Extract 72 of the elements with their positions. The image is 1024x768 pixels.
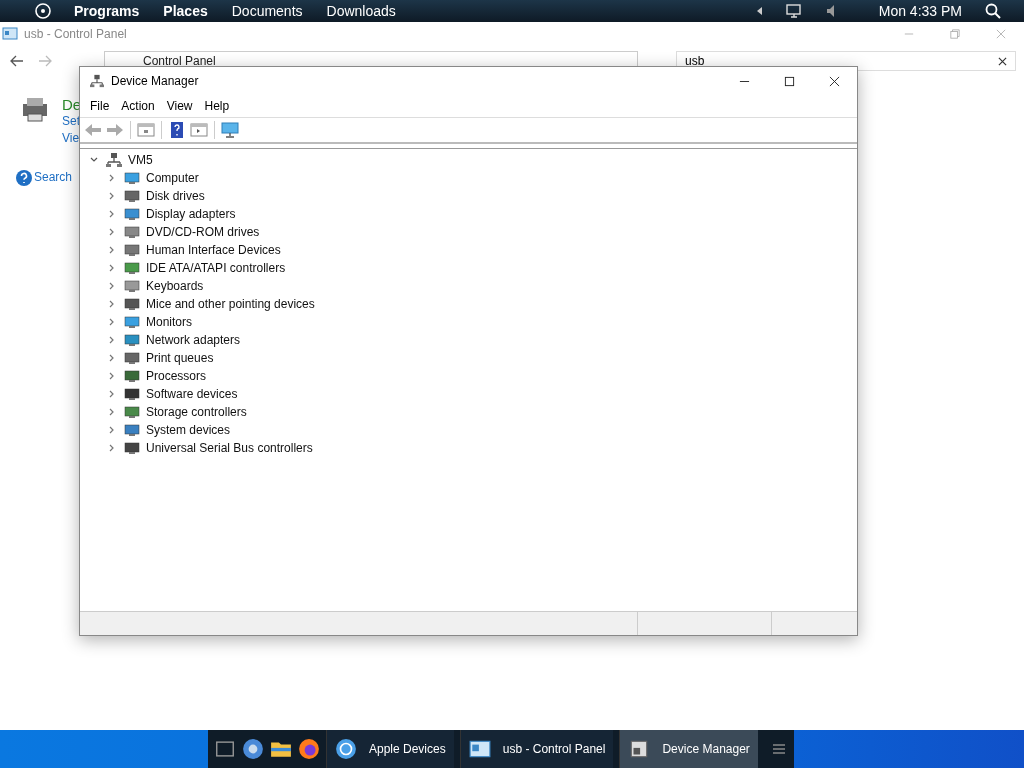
close-icon[interactable] (829, 75, 840, 87)
printer-icon (20, 96, 50, 124)
top-menu-item[interactable]: Downloads (326, 3, 396, 19)
activities-icon[interactable] (34, 2, 52, 20)
properties-icon[interactable] (137, 122, 155, 138)
search-icon[interactable] (984, 2, 1002, 20)
device-icon (124, 332, 140, 348)
computer-network-icon (89, 74, 105, 88)
tree-item[interactable]: Human Interface Devices (146, 243, 281, 257)
tree-item[interactable]: Print queues (146, 351, 214, 365)
device-icon (124, 350, 140, 366)
tree-item[interactable]: DVD/CD-ROM drives (146, 225, 260, 239)
tree-item[interactable]: Processors (146, 369, 207, 383)
help-icon[interactable] (168, 122, 186, 138)
tree-item[interactable]: Monitors (146, 315, 192, 329)
device-icon (124, 170, 140, 186)
tree-item[interactable]: Mice and other pointing devices (146, 297, 315, 311)
device-icon (124, 242, 140, 258)
window-title: usb - Control Panel (24, 27, 127, 41)
tree-item[interactable]: VM5 (128, 153, 153, 167)
device-icon (124, 224, 140, 240)
device-icon (124, 404, 140, 420)
device-icon (124, 440, 140, 456)
taskbar-button[interactable]: usb - Control Panel (459, 730, 614, 768)
menu-item[interactable]: Help (198, 99, 236, 113)
computer-network-icon (106, 152, 122, 168)
tree-item[interactable]: Disk drives (146, 189, 205, 203)
help-icon (16, 169, 32, 186)
sync-icon (335, 738, 357, 760)
network-icon[interactable] (784, 2, 803, 20)
device-icon (124, 188, 140, 204)
tree-item[interactable]: Universal Serial Bus controllers (146, 441, 313, 455)
tree-item[interactable]: Network adapters (146, 333, 241, 347)
window-title: Device Manager (111, 74, 199, 88)
tree-item[interactable]: System devices (146, 423, 231, 437)
taskbar-button[interactable]: Device Manager (619, 730, 758, 768)
tree-item[interactable]: Software devices (146, 387, 238, 401)
menu-item[interactable]: File (84, 99, 116, 113)
clock[interactable]: Mon 4:33 PM (878, 3, 962, 19)
device-icon (124, 422, 140, 438)
device-icon (124, 278, 140, 294)
browser-icon[interactable] (242, 738, 264, 760)
top-menu-item[interactable]: Documents (231, 3, 303, 19)
taskbar-button[interactable]: Apple Devices (326, 730, 454, 768)
clear-icon[interactable] (998, 56, 1007, 66)
menu-icon[interactable] (771, 743, 786, 755)
device-icon (124, 368, 140, 384)
link[interactable]: Search (34, 169, 73, 186)
control-panel-icon (468, 738, 491, 760)
tree-item[interactable]: IDE ATA/ATAPI controllers (146, 261, 286, 275)
monitor-icon[interactable] (221, 122, 239, 138)
tree-item[interactable]: Storage controllers (146, 405, 247, 419)
tree-item[interactable]: Display adapters (146, 207, 236, 221)
forward-arrow-icon[interactable] (106, 122, 124, 138)
top-menu-item[interactable]: Places (163, 3, 208, 19)
device-icon (124, 296, 140, 312)
link[interactable]: Vie (62, 130, 82, 147)
menu-item[interactable]: Action (115, 99, 161, 113)
back-arrow-icon[interactable] (10, 55, 24, 67)
link[interactable]: Set (62, 113, 82, 130)
tree-item[interactable]: Computer (146, 171, 199, 185)
desktop-icon[interactable] (214, 738, 236, 760)
top-menu-item[interactable]: Programs (74, 3, 140, 19)
device-icon (124, 206, 140, 222)
tree-item[interactable]: Keyboards (146, 279, 204, 293)
device-icon (124, 314, 140, 330)
maximize-icon[interactable] (784, 75, 795, 87)
fox-browser-icon[interactable] (298, 738, 320, 760)
device-icon (124, 386, 140, 402)
menu-item[interactable]: View (160, 99, 199, 113)
control-panel-icon (2, 27, 18, 41)
device-icon (124, 260, 140, 276)
